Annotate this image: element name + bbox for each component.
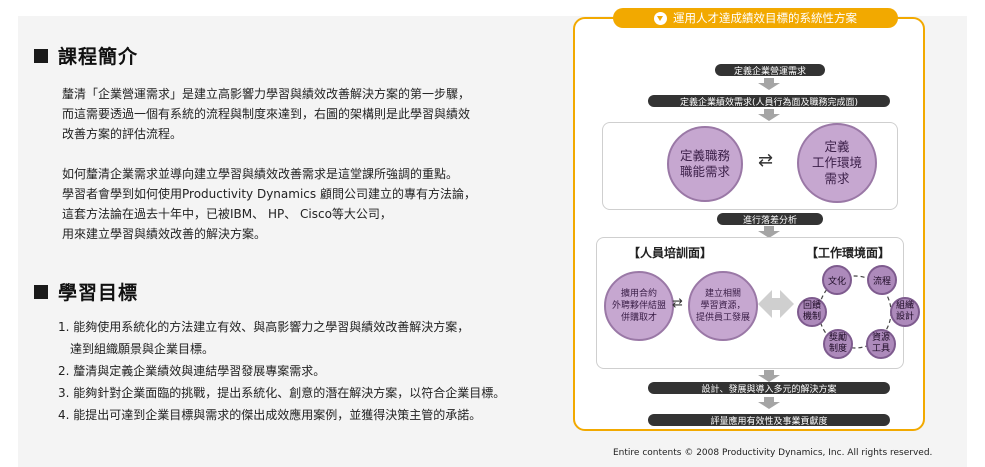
diagram-title: 運用人才達成績效目標的系統性方案 <box>613 8 898 28</box>
circle-text: 外聘夥伴結盟 <box>611 301 666 311</box>
square-bullet-icon <box>34 48 48 63</box>
circle-text: 擴用合約 <box>620 289 657 299</box>
goals-list: 1. 能夠使用系統化的方法建立有效、與高影響力之學習與績效改善解決方案， 達到組… <box>58 316 505 426</box>
intro-heading-text: 課程簡介 <box>58 46 139 68</box>
text-line: 用來建立學習與績效改善的解決方案。 <box>62 227 267 241</box>
text-line: 而這需要透過一個有系統的流程與制度來達到，右圖的架構則是此學習與績效 <box>62 107 471 121</box>
step-define-performance-need: 定義企業績效需求(人員行為面及職務完成面) <box>648 95 890 108</box>
text-line: 如何釐清企業需求並導向建立學習與績效改善需求是這堂課所強調的重點。 <box>62 167 459 181</box>
text-line: 改善方案的評估流程。 <box>62 127 183 141</box>
text-line: 學習者會學到如何使用Productivity Dynamics 顧問公司建立的專… <box>62 187 476 201</box>
circle-text: 資源 <box>871 333 890 343</box>
square-bullet-icon <box>34 284 48 299</box>
circle-text: 回饋 <box>802 301 821 311</box>
work-environment-label: 【工作環境面】 <box>806 246 891 260</box>
goal-item: 1. 能夠使用系統化的方法建立有效、與高影響力之學習與績效改善解決方案， <box>58 320 470 334</box>
incentive-system-circle: 獎勵 制度 <box>823 329 853 359</box>
learning-resources-circle: 建立相關學習資源， 提供員工發展 <box>688 271 758 341</box>
intro-heading: 課程簡介 <box>34 42 138 69</box>
step-design-solutions: 設計、發展與導入多元的解決方案 <box>648 382 890 395</box>
text-line: 這套方法論在過去十年中，已被IBM、 HP、 Cisco等大公司， <box>62 207 392 221</box>
exchange-arrows-icon: ⇄ <box>758 150 774 171</box>
goal-item-continuation: 達到組織願景與企業目標。 <box>70 342 215 356</box>
circle-text: 定義職務 <box>679 148 730 163</box>
circle-text: 定義 <box>824 139 850 154</box>
people-training-label: 【人員培訓面】 <box>628 246 713 260</box>
down-arrow-icon <box>758 370 780 382</box>
exchange-arrows-icon: ⇄ <box>672 296 683 311</box>
circle-text: 組織 <box>895 301 914 311</box>
circle-text: 併購取才 <box>620 313 657 323</box>
circle-text: 機制 <box>802 312 821 322</box>
goals-heading-text: 學習目標 <box>58 282 139 304</box>
circle-text: 設計 <box>895 312 914 322</box>
circle-text: 建立相關 <box>704 289 741 299</box>
process-circle: 流程 <box>867 265 897 295</box>
step-evaluate-effectiveness: 評量應用有效性及事業貢獻度 <box>648 414 890 427</box>
circle-text: 獎勵 <box>828 333 847 343</box>
step-define-business-need: 定義企業營運需求 <box>715 64 825 77</box>
intro-paragraph-1: 釐清「企業營運需求」是建立高影響力學習與績效改善解決方案的第一步驟， 而這需要透… <box>62 84 470 144</box>
intro-paragraph-2: 如何釐清企業需求並導向建立學習與績效改善需求是這堂課所強調的重點。 學習者會學到… <box>62 164 476 244</box>
feedback-mechanism-circle: 回饋 機制 <box>797 297 827 327</box>
work-environment-circle: 定義 工作環境 需求 <box>797 123 877 203</box>
goal-item: 2. 釐清與定義企業績效與連結學習發展專案需求。 <box>58 364 326 378</box>
down-triangle-icon <box>654 11 667 25</box>
down-arrow-icon <box>758 397 780 409</box>
org-design-circle: 組織 設計 <box>890 297 920 327</box>
diagram-title-text: 運用人才達成績效目標的系統性方案 <box>673 11 857 25</box>
goal-item: 3. 能夠針對企業面臨的挑戰，提出系統化、創意的潛在解決方案，以符合企業目標。 <box>58 386 506 400</box>
copyright-text: Entire contents © 2008 Productivity Dyna… <box>613 448 933 458</box>
culture-circle: 文化 <box>822 265 852 295</box>
job-competency-circle: 定義職務 職能需求 <box>667 126 743 202</box>
circle-text: 工作環境 <box>811 155 862 170</box>
circle-text: 學習資源， <box>700 301 746 311</box>
double-arrow-icon <box>758 290 794 318</box>
goals-heading: 學習目標 <box>34 278 138 305</box>
down-arrow-icon <box>758 78 780 90</box>
goal-item: 4. 能提出可達到企業目標與需求的傑出成效應用案例，並獲得決策主管的承諾。 <box>58 408 482 422</box>
down-arrow-icon <box>758 109 780 121</box>
circle-text: 提供員工發展 <box>695 313 750 323</box>
text-line: 釐清「企業營運需求」是建立高影響力學習與績效改善解決方案的第一步驟， <box>62 87 471 101</box>
circle-text: 職能需求 <box>679 164 730 179</box>
resources-tools-circle: 資源 工具 <box>866 329 896 359</box>
circle-text: 工具 <box>871 344 890 354</box>
circle-text: 制度 <box>828 344 847 354</box>
external-sourcing-circle: 擴用合約外聘夥伴結盟 併購取才 <box>604 271 674 341</box>
circle-text: 需求 <box>824 171 850 186</box>
step-gap-analysis: 進行落差分析 <box>717 213 823 226</box>
